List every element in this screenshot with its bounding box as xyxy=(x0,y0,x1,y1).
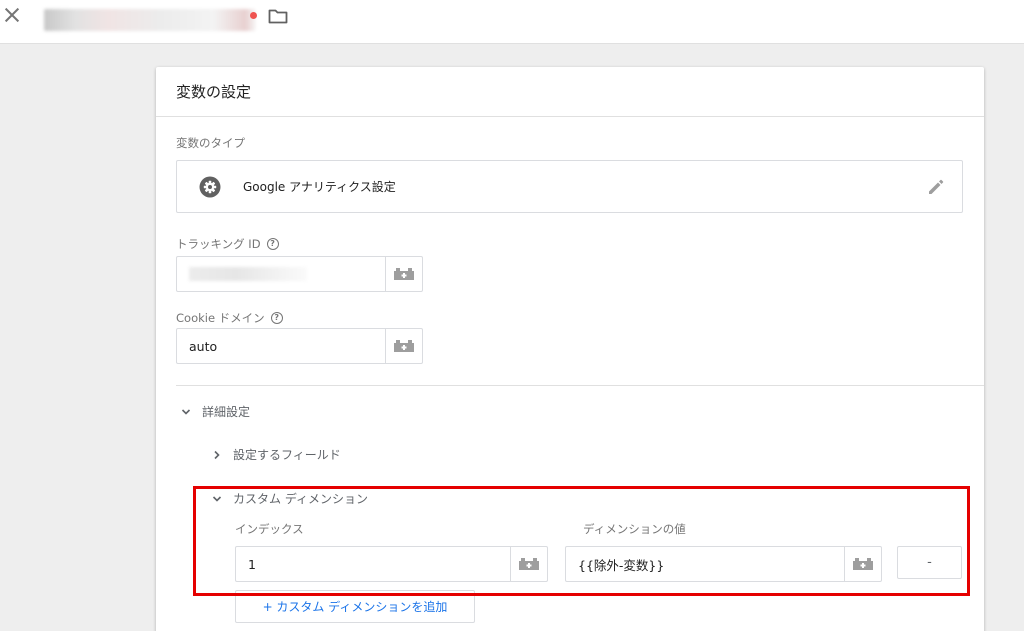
pencil-icon[interactable] xyxy=(926,177,946,197)
fields-to-set-label: 設定するフィールド xyxy=(233,448,341,462)
card-title: 変数の設定 xyxy=(156,67,984,117)
tracking-id-group xyxy=(176,256,423,292)
brick-icon xyxy=(519,558,539,570)
index-column-header: インデックス xyxy=(235,522,304,536)
tracking-id-value xyxy=(189,267,307,281)
insert-variable-button[interactable] xyxy=(510,547,547,581)
cookie-domain-label: Cookie ドメイン ? xyxy=(176,310,283,326)
remove-dimension-button[interactable]: - xyxy=(897,546,962,579)
dimension-value-group xyxy=(565,546,882,582)
help-icon[interactable]: ? xyxy=(270,312,283,324)
dimension-value-input[interactable] xyxy=(566,547,844,581)
dimension-value-column-header: ディメンションの値 xyxy=(583,522,686,536)
advanced-settings-label: 詳細設定 xyxy=(202,405,251,419)
dimension-index-input[interactable] xyxy=(236,547,510,581)
advanced-settings-toggle[interactable]: 詳細設定 xyxy=(180,403,250,420)
brick-icon xyxy=(853,558,873,570)
insert-variable-button[interactable] xyxy=(385,257,422,291)
variable-type-label-text: 変数のタイプ xyxy=(176,136,245,150)
chevron-down-icon xyxy=(181,408,191,415)
brick-icon xyxy=(394,268,414,280)
folder-icon[interactable] xyxy=(268,8,288,24)
fields-to-set-toggle[interactable]: 設定するフィールド xyxy=(211,446,341,463)
chevron-down-icon xyxy=(212,495,222,502)
chevron-right-icon xyxy=(214,450,220,459)
dimension-index-group xyxy=(235,546,548,582)
add-custom-dimension-button[interactable]: + カスタム ディメンションを追加 xyxy=(235,590,475,623)
variable-type-label: 変数のタイプ xyxy=(176,135,245,151)
insert-variable-button[interactable] xyxy=(385,329,422,363)
tracking-id-label: トラッキング ID ? xyxy=(176,236,279,252)
tracking-id-label-text: トラッキング ID xyxy=(176,237,261,251)
top-bar xyxy=(0,0,1024,44)
cookie-domain-group xyxy=(176,328,423,364)
custom-dimensions-toggle[interactable]: カスタム ディメンション xyxy=(211,490,368,507)
help-icon[interactable]: ? xyxy=(266,238,279,250)
close-icon[interactable] xyxy=(4,7,20,23)
variable-config-card: 変数の設定 変数のタイプ Google アナリティクス設定 トラッキング ID … xyxy=(156,67,984,631)
container-title xyxy=(44,9,256,31)
unsaved-indicator xyxy=(250,12,257,19)
variable-type-box[interactable]: Google アナリティクス設定 xyxy=(176,160,963,213)
brick-icon xyxy=(394,340,414,352)
section-divider xyxy=(176,385,984,386)
custom-dimensions-label: カスタム ディメンション xyxy=(233,492,368,506)
gear-icon xyxy=(199,176,221,198)
insert-variable-button[interactable] xyxy=(844,547,881,581)
variable-type-name: Google アナリティクス設定 xyxy=(243,180,396,194)
cookie-domain-label-text: Cookie ドメイン xyxy=(176,311,265,325)
tracking-id-input[interactable] xyxy=(177,257,385,291)
cookie-domain-input[interactable] xyxy=(177,329,385,363)
